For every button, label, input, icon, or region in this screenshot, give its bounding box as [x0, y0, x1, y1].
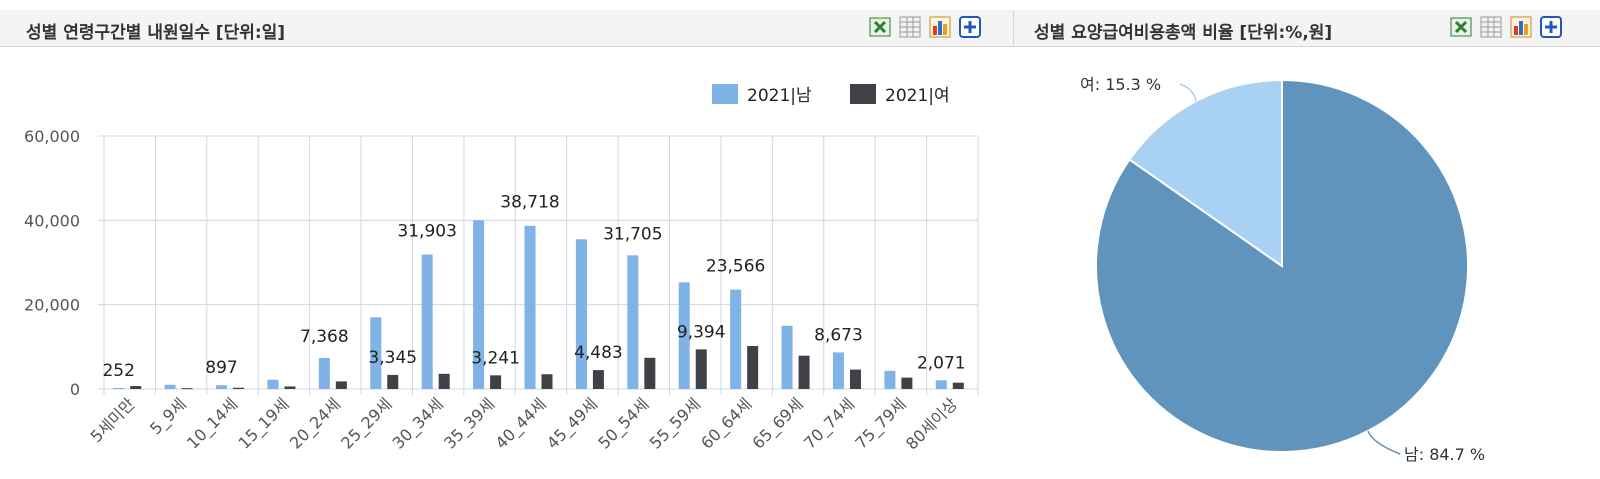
bar-female[interactable] [747, 345, 759, 389]
bar-male[interactable] [884, 370, 896, 389]
bar-female[interactable] [644, 357, 656, 389]
y-tick-label: 40,000 [24, 211, 80, 230]
y-tick-label: 20,000 [24, 296, 80, 315]
data-label: 3,241 [471, 348, 520, 368]
bar-female[interactable] [130, 386, 142, 389]
legend-label[interactable]: 2021|남 [747, 86, 812, 106]
data-label: 9,394 [677, 322, 726, 342]
x-tick-label: 80세이상 [902, 394, 961, 453]
x-tick-label: 50_54세 [594, 394, 653, 453]
x-tick-label: 5세미만 [87, 394, 139, 446]
pie-chart-toolbar [1448, 14, 1564, 40]
y-tick-label: 0 [70, 380, 80, 399]
pie-chart-title: 성별 요양급여비용총액 비율 [단위:%,원] [1034, 23, 1333, 43]
bar-male[interactable] [267, 379, 279, 389]
bar-male[interactable] [730, 289, 742, 389]
data-label: 31,903 [397, 221, 456, 241]
bar-female[interactable] [387, 374, 399, 389]
x-tick-label: 40_44세 [492, 394, 551, 453]
data-label: 8,673 [814, 325, 863, 345]
x-tick-label: 65_69세 [749, 394, 808, 453]
pie-leader-line [1367, 430, 1401, 455]
table-view-icon[interactable] [1478, 14, 1504, 40]
bar-male[interactable] [113, 387, 125, 389]
bar-chart-title: 성별 연령구간별 내원일수 [단위:일] [26, 23, 286, 43]
data-label: 31,705 [603, 224, 662, 244]
x-tick-label: 10_14세 [183, 394, 242, 453]
pie-chart-header: 성별 요양급여비용총액 비율 [단위:%,원] [1014, 10, 1600, 47]
expand-plus-icon[interactable] [957, 14, 983, 40]
bar-female[interactable] [284, 386, 296, 389]
pie-chart-panel: 성별 요양급여비용총액 비율 [단위:%,원] 남: 84.7 %여: 15. [1014, 10, 1600, 479]
bar-female[interactable] [233, 387, 245, 389]
pie-chart: 남: 84.7 % 여: 15.3 % [1080, 75, 1485, 464]
pie-leader-line [1179, 83, 1197, 102]
x-tick-label: 75_79세 [851, 394, 910, 453]
legend-label[interactable]: 2021|여 [885, 86, 950, 106]
bar-female[interactable] [798, 355, 810, 389]
x-tick-label: 5_9세 [146, 394, 191, 439]
pie-label: 남: 84.7 % [1404, 445, 1485, 464]
bar-female[interactable] [541, 374, 553, 389]
bar-chart-icon[interactable] [1508, 14, 1534, 40]
bar-male[interactable] [781, 325, 793, 389]
bar-female[interactable] [901, 377, 913, 389]
x-tick-label: 15_19세 [234, 394, 293, 453]
table-view-icon[interactable] [897, 14, 923, 40]
bar-chart-icon[interactable] [927, 14, 953, 40]
x-tick-label: 70_74세 [800, 394, 859, 453]
y-tick-label: 60,000 [24, 127, 80, 146]
x-tick-label: 25_29세 [337, 394, 396, 453]
bar-female[interactable] [952, 382, 964, 389]
bar-male[interactable] [164, 384, 176, 389]
bar-male[interactable] [575, 239, 587, 389]
bar-male[interactable] [524, 225, 536, 389]
data-label: 38,718 [500, 193, 559, 213]
bar-male[interactable] [216, 385, 228, 389]
data-label: 7,368 [300, 327, 349, 347]
legend-swatch [712, 84, 738, 104]
bar-male[interactable] [832, 352, 844, 389]
x-tick-label: 60_64세 [697, 394, 756, 453]
bar-chart-panel: 성별 연령구간별 내원일수 [단위:일] 0 20,000 40,000 60,00 [0, 10, 1014, 479]
data-label: 23,566 [706, 257, 765, 277]
x-tick-label: 35_39세 [440, 394, 499, 453]
bar-male[interactable] [627, 255, 639, 389]
bar-female[interactable] [490, 375, 502, 389]
data-label: 3,345 [368, 348, 417, 368]
legend-swatch [850, 84, 876, 104]
excel-export-icon[interactable] [867, 14, 893, 40]
x-tick-label: 55_59세 [646, 394, 705, 453]
pie-label: 여: 15.3 % [1080, 75, 1161, 94]
excel-export-icon[interactable] [1448, 14, 1474, 40]
bar-male[interactable] [318, 357, 330, 389]
data-label: 252 [102, 361, 134, 381]
bar-female[interactable] [181, 388, 193, 390]
data-label: 2,071 [917, 353, 966, 373]
bar-female[interactable] [335, 381, 347, 389]
x-tick-label: 45_49세 [543, 394, 602, 453]
bar-female[interactable] [592, 370, 604, 389]
bar-chart-toolbar [867, 14, 983, 40]
bar-female[interactable] [849, 369, 861, 389]
x-tick-label: 20_24세 [286, 394, 345, 453]
data-label: 4,483 [574, 343, 623, 363]
bar-female[interactable] [695, 349, 707, 389]
bar-chart: 020,00040,00060,0005세미만 5_9세10_14세15_19세2… [24, 84, 979, 453]
x-tick-label: 30_34세 [389, 394, 448, 453]
bar-chart-header: 성별 연령구간별 내원일수 [단위:일] [0, 10, 1014, 47]
bar-female[interactable] [438, 373, 450, 389]
bar-male[interactable] [935, 380, 947, 389]
expand-plus-icon[interactable] [1538, 14, 1564, 40]
bar-male[interactable] [421, 254, 433, 389]
data-label: 897 [205, 358, 237, 378]
